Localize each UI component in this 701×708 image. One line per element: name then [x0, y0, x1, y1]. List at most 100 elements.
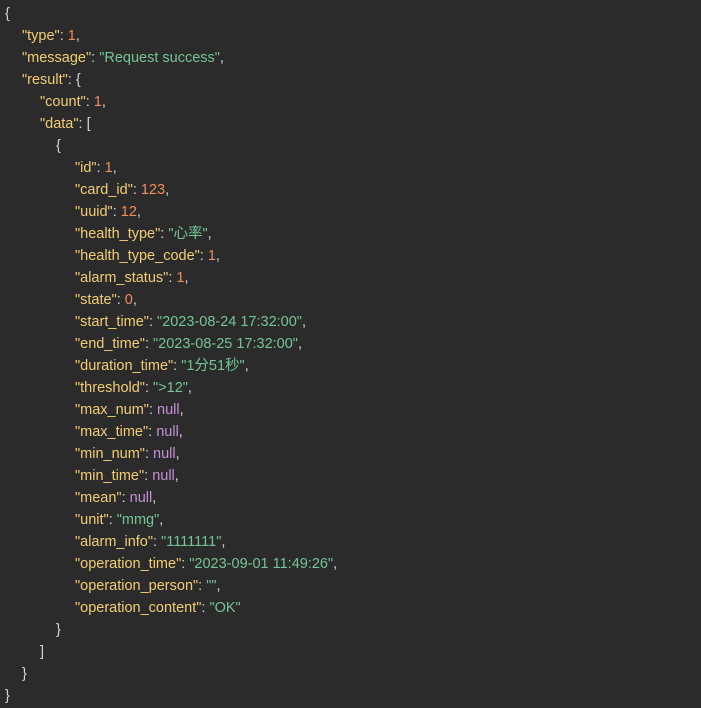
json-key: "end_time"	[75, 336, 145, 352]
json-key: "count"	[40, 94, 86, 110]
code-line: }	[0, 685, 701, 707]
json-key: "start_time"	[75, 314, 149, 330]
code-line: {	[0, 3, 701, 25]
json-string: "OK"	[209, 600, 241, 616]
json-punctuation: ,	[132, 292, 137, 308]
json-key: "min_num"	[75, 446, 145, 462]
json-punctuation: : {	[67, 72, 81, 88]
json-punctuation: ,	[187, 380, 192, 396]
json-punctuation: ,	[179, 402, 184, 418]
json-key: "mean"	[75, 490, 122, 506]
json-null: null	[156, 424, 179, 440]
json-punctuation: :	[144, 380, 154, 396]
json-key: "unit"	[75, 512, 109, 528]
json-key: "health_type_code"	[75, 248, 200, 264]
code-line: "operation_person": "",	[0, 575, 701, 597]
json-null: null	[152, 468, 175, 484]
json-punctuation: ,	[101, 94, 106, 110]
code-line: "unit": "mmg",	[0, 509, 701, 531]
json-punctuation: :	[144, 336, 154, 352]
code-line: "health_type_code": 1,	[0, 245, 701, 267]
code-line: "card_id": 123,	[0, 179, 701, 201]
json-punctuation: ,	[184, 270, 189, 286]
json-null: null	[153, 446, 176, 462]
json-punctuation: : [	[78, 116, 91, 132]
json-key: "health_type"	[75, 226, 161, 242]
json-punctuation: ,	[301, 314, 306, 330]
json-punctuation: :	[144, 446, 153, 462]
json-number: 0	[124, 292, 133, 308]
json-string: "mmg"	[116, 512, 160, 528]
json-key: "id"	[75, 160, 97, 176]
code-line: "max_num": null,	[0, 399, 701, 421]
json-punctuation: ,	[159, 512, 164, 528]
code-line: "message": "Request success",	[0, 47, 701, 69]
json-punctuation: :	[148, 402, 158, 418]
json-number: 1	[93, 94, 102, 110]
code-line: {	[0, 135, 701, 157]
json-punctuation: :	[144, 468, 153, 484]
json-string: "1分51秒"	[181, 358, 245, 374]
json-key: "message"	[22, 50, 92, 66]
json-punctuation: ,	[112, 160, 117, 176]
json-number: 1	[67, 28, 76, 44]
json-string: "2023-09-01 11:49:26"	[189, 556, 334, 572]
json-punctuation: ,	[207, 226, 212, 242]
json-key: "operation_person"	[75, 578, 199, 594]
json-key: "operation_time"	[75, 556, 182, 572]
json-number: 12	[120, 204, 137, 220]
json-string: "2023-08-25 17:32:00"	[153, 336, 298, 352]
json-punctuation: :	[116, 292, 125, 308]
json-punctuation: :	[132, 182, 141, 198]
json-key: "threshold"	[75, 380, 145, 396]
json-punctuation: ,	[244, 358, 249, 374]
json-punctuation: ,	[215, 248, 220, 264]
code-line: "count": 1,	[0, 91, 701, 113]
json-punctuation: ,	[152, 490, 157, 506]
json-string: "心率"	[168, 226, 208, 242]
json-punctuation: :	[108, 512, 117, 528]
code-line: "data": [	[0, 113, 701, 135]
json-punctuation: ,	[174, 468, 179, 484]
json-punctuation: ,	[175, 446, 180, 462]
json-punctuation: :	[91, 50, 100, 66]
json-key: "data"	[40, 116, 79, 132]
code-line: ]	[0, 641, 701, 663]
code-line: "id": 1,	[0, 157, 701, 179]
json-string: "2023-08-24 17:32:00"	[157, 314, 302, 330]
code-line: "start_time": "2023-08-24 17:32:00",	[0, 311, 701, 333]
json-number: 1	[104, 160, 113, 176]
json-viewer: {"type": 1, "message": "Request success",…	[0, 0, 701, 708]
json-punctuation: :	[85, 94, 94, 110]
json-string: "Request success"	[99, 50, 220, 66]
code-line: "mean": null,	[0, 487, 701, 509]
code-line: "threshold": ">12",	[0, 377, 701, 399]
json-punctuation: }	[22, 666, 27, 682]
json-punctuation: ,	[219, 50, 224, 66]
json-key: "min_time"	[75, 468, 145, 484]
json-string: ""	[206, 578, 217, 594]
json-key: "state"	[75, 292, 117, 308]
code-line: "health_type": "心率",	[0, 223, 701, 245]
code-line: "alarm_status": 1,	[0, 267, 701, 289]
code-line: "operation_content": "OK"	[0, 597, 701, 619]
json-null: null	[129, 490, 153, 506]
json-key: "max_time"	[75, 424, 149, 440]
code-line: "alarm_info": "1111111",	[0, 531, 701, 553]
json-string: ">12"	[153, 380, 188, 396]
json-key: "duration_time"	[75, 358, 174, 374]
json-number: 123	[140, 182, 166, 198]
json-punctuation: :	[148, 424, 157, 440]
code-line: }	[0, 619, 701, 641]
code-line: "uuid": 12,	[0, 201, 701, 223]
json-null: null	[157, 402, 180, 418]
code-line: "duration_time": "1分51秒",	[0, 355, 701, 377]
code-line: "type": 1,	[0, 25, 701, 47]
code-line: "operation_time": "2023-09-01 11:49:26",	[0, 553, 701, 575]
json-number: 1	[207, 248, 216, 264]
json-string: "1111111"	[161, 534, 222, 550]
json-key: "alarm_status"	[75, 270, 169, 286]
code-line: "end_time": "2023-08-25 17:32:00",	[0, 333, 701, 355]
json-punctuation: :	[173, 358, 182, 374]
json-punctuation: :	[112, 204, 121, 220]
